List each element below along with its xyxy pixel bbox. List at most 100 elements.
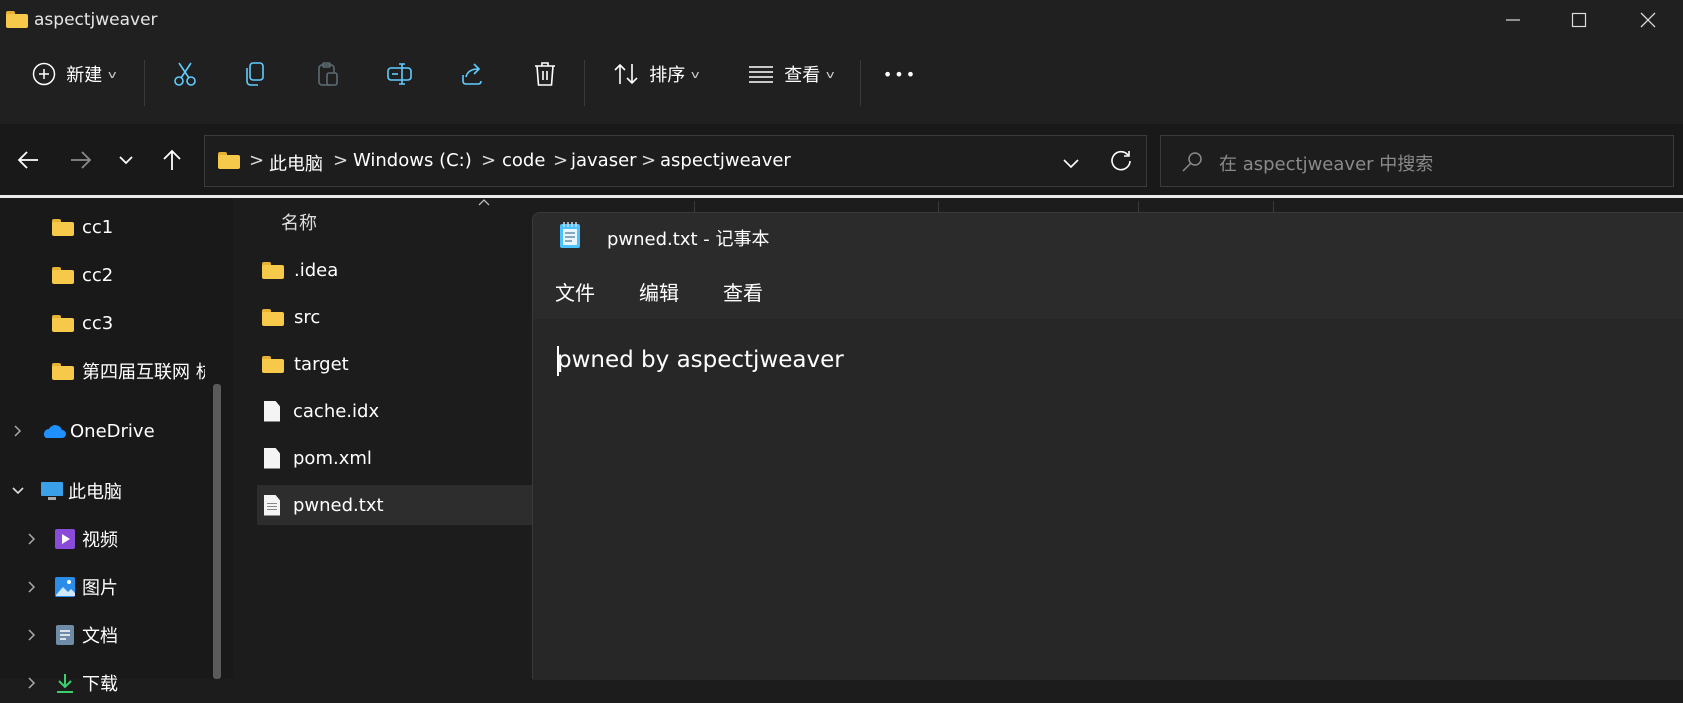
folder-icon	[52, 218, 74, 236]
sidebar-item-label: 图片	[82, 578, 118, 599]
video-icon	[55, 529, 75, 549]
column-header-name[interactable]: 名称	[281, 209, 317, 235]
search-box[interactable]: 在 aspectjweaver 中搜索	[1160, 135, 1674, 187]
recent-locations-button[interactable]	[108, 142, 144, 178]
folder-icon	[218, 152, 240, 173]
breadcrumb-separator: >	[481, 150, 497, 171]
cut-button[interactable]	[163, 52, 207, 96]
file-row[interactable]: pom.xml	[257, 438, 557, 478]
address-bar[interactable]: > 此电脑 > Windows (C:) > code > javaser > …	[204, 135, 1147, 187]
text-cursor	[557, 346, 559, 376]
more-options-button[interactable]: •••	[878, 52, 922, 96]
arrow-up-icon	[163, 149, 181, 170]
chevron-down-icon: v	[108, 67, 117, 81]
toolbar-divider	[584, 60, 585, 106]
sort-icon	[614, 63, 638, 85]
sort-button[interactable]: 排序 v	[606, 52, 706, 96]
sidebar-item-label: 文档	[82, 626, 118, 647]
sidebar-item-label: 此电脑	[68, 482, 122, 503]
rename-button[interactable]	[378, 52, 422, 96]
chevron-down-icon	[1063, 159, 1079, 169]
close-button[interactable]	[1613, 0, 1683, 40]
maximize-button[interactable]	[1544, 0, 1614, 40]
copy-button[interactable]	[234, 52, 278, 96]
chevron-right-icon	[28, 629, 36, 641]
navigation-bar: > 此电脑 > Windows (C:) > code > javaser > …	[0, 124, 1683, 198]
forward-button[interactable]	[63, 142, 99, 178]
toolbar-divider	[860, 60, 861, 106]
menu-file[interactable]: 文件	[555, 277, 595, 306]
trash-icon	[535, 62, 555, 86]
downloads-icon	[57, 674, 73, 693]
view-label: 查看	[784, 65, 821, 86]
new-button[interactable]: 新建 v	[24, 52, 124, 96]
sidebar-item-videos[interactable]: 视频	[24, 519, 244, 559]
sidebar-item-folder-4[interactable]: 第四届互联网 杭	[52, 351, 205, 391]
folder-icon	[6, 11, 28, 32]
sidebar-item-label: 视频	[82, 530, 118, 551]
breadcrumb-separator: >	[553, 150, 569, 171]
paste-icon	[318, 62, 338, 86]
new-label: 新建	[66, 65, 103, 86]
view-button[interactable]: 查看 v	[741, 52, 841, 96]
search-icon	[1181, 151, 1203, 177]
chevron-right-icon	[28, 581, 36, 593]
file-row[interactable]: target	[257, 344, 557, 384]
breadcrumb-javaser[interactable]: javaser	[571, 150, 637, 171]
file-name: pom.xml	[293, 447, 372, 469]
file-icon	[264, 400, 280, 422]
share-button[interactable]	[450, 52, 494, 96]
file-name: .idea	[294, 259, 339, 281]
breadcrumb-code[interactable]: code	[502, 150, 545, 171]
back-button[interactable]	[10, 142, 46, 178]
breadcrumb-separator: >	[333, 150, 349, 171]
sidebar-item-this-pc[interactable]: 此电脑	[10, 471, 230, 511]
chevron-down-icon: v	[691, 67, 700, 81]
sort-ascending-icon	[478, 199, 490, 206]
cut-icon	[174, 62, 196, 86]
folder-icon	[262, 308, 284, 326]
copy-icon	[246, 62, 264, 86]
refresh-icon	[1111, 150, 1131, 171]
sidebar-item-documents[interactable]: 文档	[24, 615, 244, 655]
breadcrumb-separator: >	[249, 150, 265, 171]
sidebar-item-downloads[interactable]: 下载	[24, 663, 244, 703]
file-row-selected[interactable]: pwned.txt	[257, 485, 557, 525]
breadcrumb-aspectjweaver[interactable]: aspectjweaver	[660, 150, 791, 171]
title-bar: aspectjweaver	[0, 0, 1683, 40]
file-row[interactable]: .idea	[257, 250, 557, 290]
file-row[interactable]: src	[257, 297, 557, 337]
text-file-icon	[264, 494, 280, 516]
file-name: cache.idx	[293, 400, 380, 422]
file-row[interactable]: cache.idx	[257, 391, 557, 431]
window-title: aspectjweaver	[34, 10, 158, 30]
folder-icon	[52, 314, 74, 332]
text-editor[interactable]: pwned by aspectjweaver	[533, 319, 1683, 680]
paste-button[interactable]	[306, 52, 350, 96]
sidebar-item-label: cc2	[82, 264, 114, 286]
view-list-icon	[749, 66, 774, 83]
refresh-button[interactable]	[1109, 149, 1133, 177]
chevron-right-icon	[14, 425, 22, 437]
sidebar-item-label: cc1	[82, 216, 114, 238]
folder-icon	[262, 261, 284, 279]
menu-edit[interactable]: 编辑	[639, 277, 679, 306]
notepad-icon	[560, 222, 580, 248]
delete-button[interactable]	[523, 52, 567, 96]
pc-icon	[41, 482, 63, 500]
chevron-down-icon	[12, 487, 24, 495]
share-icon	[462, 63, 482, 85]
up-button[interactable]	[154, 142, 190, 178]
sidebar-item-label: 下载	[82, 674, 118, 695]
menu-view[interactable]: 查看	[723, 277, 763, 306]
breadcrumb-drive-c[interactable]: Windows (C:)	[353, 150, 472, 171]
sidebar-item-label: cc3	[82, 312, 114, 334]
sidebar-item-onedrive[interactable]: OneDrive	[10, 411, 230, 451]
address-history-button[interactable]	[1062, 155, 1080, 174]
sidebar-item-pictures[interactable]: 图片	[24, 567, 244, 607]
breadcrumb-this-pc[interactable]: 此电脑	[269, 150, 323, 176]
file-name: target	[294, 353, 349, 375]
sidebar-scrollbar[interactable]	[213, 384, 221, 679]
minimize-button[interactable]	[1478, 0, 1548, 40]
file-name: pwned.txt	[293, 494, 384, 516]
